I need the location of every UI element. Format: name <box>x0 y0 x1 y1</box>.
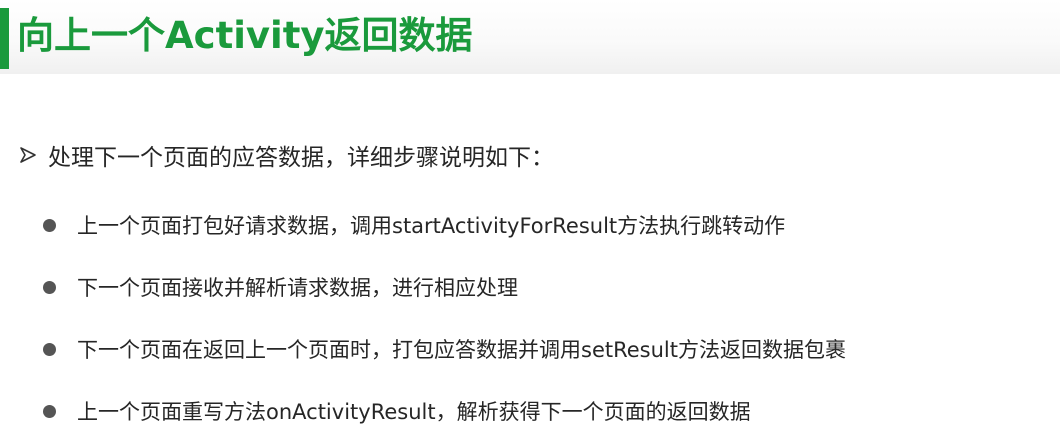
list-item: 下一个页面接收并解析请求数据，进行相应处理 <box>38 256 846 318</box>
list-item-text: 下一个页面接收并解析请求数据，进行相应处理 <box>77 276 518 300</box>
slide-title: 向上一个Activity返回数据 <box>17 14 473 57</box>
list-item-text: 上一个页面重写方法onActivityResult，解析获得下一个页面的返回数据 <box>77 400 751 424</box>
list-item-text: 上一个页面打包好请求数据，调用startActivityForResult方法执… <box>77 214 786 238</box>
lead-point: 处理下一个页面的应答数据，详细步骤说明如下： <box>18 135 554 175</box>
bullet-list: 上一个页面打包好请求数据，调用startActivityForResult方法执… <box>38 194 846 442</box>
dot-bullet-icon <box>43 218 56 232</box>
dot-bullet-icon <box>43 404 56 418</box>
dot-bullet-icon <box>43 280 56 294</box>
dot-bullet-icon <box>43 342 56 356</box>
slide-header: 向上一个Activity返回数据 <box>0 0 1060 74</box>
list-item: 上一个页面重写方法onActivityResult，解析获得下一个页面的返回数据 <box>38 380 846 442</box>
list-item: 上一个页面打包好请求数据，调用startActivityForResult方法执… <box>38 194 846 256</box>
title-accent-bar <box>0 8 9 69</box>
lead-text: 处理下一个页面的应答数据，详细步骤说明如下： <box>48 145 554 171</box>
arrow-bullet-icon <box>20 147 36 163</box>
list-item: 下一个页面在返回上一个页面时，打包应答数据并调用setResult方法返回数据包… <box>38 318 846 380</box>
list-item-text: 下一个页面在返回上一个页面时，打包应答数据并调用setResult方法返回数据包… <box>77 338 846 362</box>
